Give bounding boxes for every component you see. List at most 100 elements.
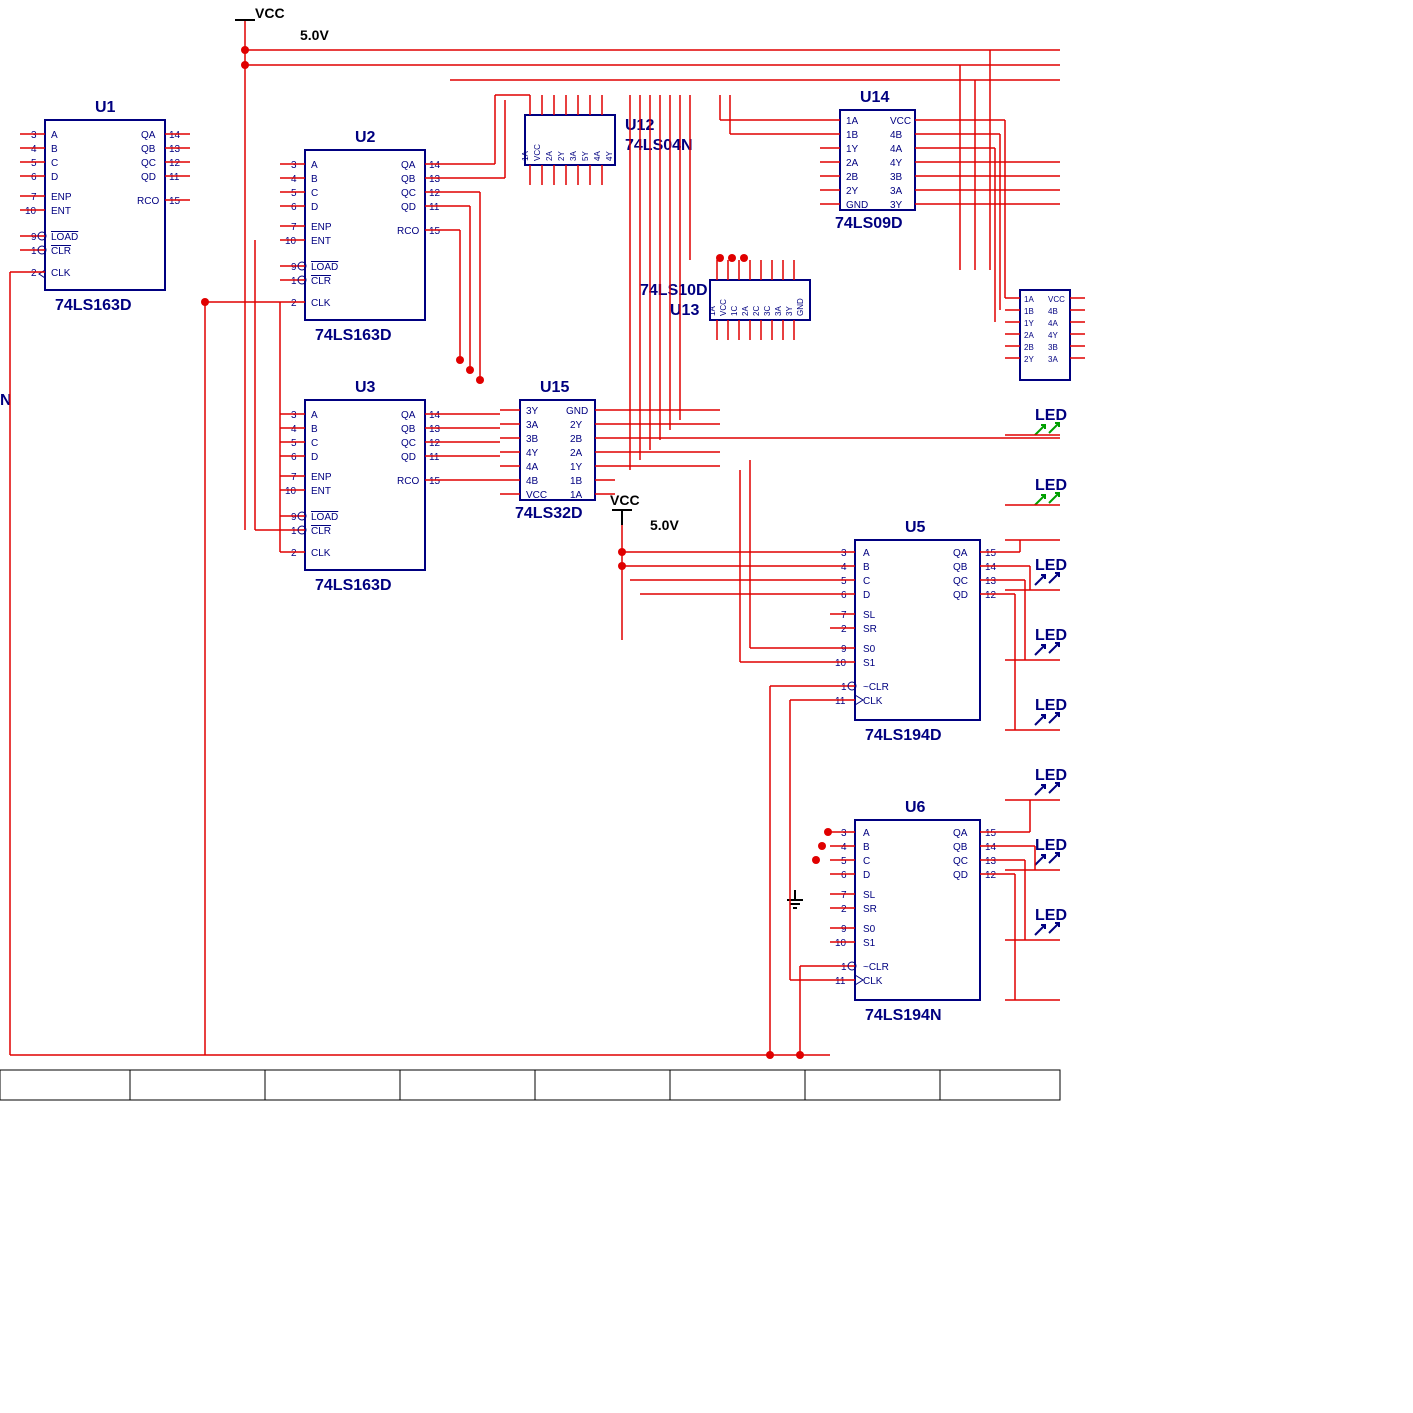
svg-text:QD: QD	[141, 172, 156, 183]
svg-text:5Y: 5Y	[581, 151, 590, 161]
svg-text:9: 9	[31, 232, 37, 243]
svg-text:A: A	[863, 828, 870, 839]
svg-text:A: A	[311, 410, 318, 421]
ic-u2: U2 74LS163D A3 B4 C5 D6 ENP7 ENT10 LOAD9…	[280, 129, 450, 344]
svg-text:U6: U6	[905, 799, 926, 816]
svg-text:QA: QA	[953, 548, 968, 559]
svg-text:4A: 4A	[593, 151, 602, 161]
svg-text:3C: 3C	[763, 306, 772, 316]
svg-text:11: 11	[429, 452, 440, 463]
svg-text:LED: LED	[1035, 627, 1067, 644]
svg-text:U5: U5	[905, 519, 926, 536]
svg-text:GND: GND	[796, 298, 805, 316]
svg-text:5: 5	[31, 158, 37, 169]
ic-u13: 74LS10D U13 1A VCC 1C 2A 2C 3C 3A 3Y GND	[640, 260, 810, 340]
svg-text:2Y: 2Y	[570, 420, 583, 431]
svg-text:74LS09D: 74LS09D	[835, 215, 903, 232]
svg-text:1A: 1A	[1024, 295, 1034, 304]
svg-text:1B: 1B	[1024, 307, 1034, 316]
svg-text:LED: LED	[1035, 477, 1067, 494]
svg-text:VCC: VCC	[1048, 295, 1065, 304]
svg-text:U14: U14	[860, 89, 889, 106]
svg-text:ENT: ENT	[311, 486, 331, 497]
svg-text:4: 4	[291, 424, 297, 435]
svg-text:LED: LED	[1035, 767, 1067, 784]
svg-text:6: 6	[291, 452, 297, 463]
svg-text:2A: 2A	[846, 158, 859, 169]
svg-text:B: B	[863, 562, 870, 573]
svg-text:1A: 1A	[570, 490, 583, 501]
svg-text:4Y: 4Y	[890, 158, 903, 169]
svg-text:VCC: VCC	[255, 5, 285, 21]
svg-text:QC: QC	[141, 158, 156, 169]
svg-text:C: C	[863, 576, 870, 587]
svg-text:3: 3	[841, 828, 847, 839]
vcc-top: VCC 5.0V	[235, 5, 329, 43]
svg-text:CLK: CLK	[311, 548, 331, 559]
svg-text:10: 10	[285, 236, 297, 247]
svg-text:7: 7	[291, 472, 297, 483]
svg-text:74LS194N: 74LS194N	[865, 1007, 942, 1024]
svg-text:U15: U15	[540, 379, 569, 396]
svg-text:3A: 3A	[774, 306, 783, 316]
svg-text:11: 11	[835, 976, 846, 987]
svg-text:4B: 4B	[1048, 307, 1058, 316]
svg-text:12: 12	[985, 590, 997, 601]
svg-text:74LS32D: 74LS32D	[515, 505, 583, 522]
svg-text:3A: 3A	[569, 151, 578, 161]
svg-text:CLK: CLK	[863, 976, 883, 987]
svg-text:1Y: 1Y	[570, 462, 583, 473]
svg-text:LED: LED	[1035, 837, 1067, 854]
svg-text:4: 4	[291, 174, 297, 185]
svg-text:B: B	[51, 144, 58, 155]
svg-text:S0: S0	[863, 924, 876, 935]
svg-text:2: 2	[841, 904, 847, 915]
svg-text:CLK: CLK	[311, 298, 331, 309]
svg-text:3Y: 3Y	[890, 200, 903, 211]
svg-text:5.0V: 5.0V	[300, 27, 329, 43]
svg-text:1A: 1A	[846, 116, 859, 127]
svg-text:3B: 3B	[526, 434, 539, 445]
svg-text:12: 12	[429, 188, 441, 199]
svg-text:~CLR: ~CLR	[863, 962, 889, 973]
svg-text:4Y: 4Y	[605, 151, 614, 161]
svg-text:2: 2	[31, 268, 37, 279]
svg-text:RCO: RCO	[397, 476, 419, 487]
svg-text:LOAD: LOAD	[51, 232, 78, 243]
svg-text:2A: 2A	[570, 448, 583, 459]
svg-text:QB: QB	[401, 424, 416, 435]
svg-text:ENP: ENP	[311, 222, 332, 233]
svg-text:QA: QA	[401, 160, 416, 171]
svg-text:5: 5	[291, 438, 297, 449]
svg-text:74LS163D: 74LS163D	[315, 327, 392, 344]
ic-u1: U1 74LS163D A3 B4 C5 D6 ENP7 ENT10 LOAD9…	[20, 99, 190, 314]
svg-text:S1: S1	[863, 658, 876, 669]
svg-text:QA: QA	[401, 410, 416, 421]
svg-text:ENT: ENT	[51, 206, 71, 217]
svg-text:C: C	[51, 158, 58, 169]
svg-text:9: 9	[841, 924, 847, 935]
svg-text:3A: 3A	[890, 186, 903, 197]
svg-text:9: 9	[291, 512, 297, 523]
svg-text:7: 7	[841, 610, 847, 621]
svg-text:4A: 4A	[526, 462, 539, 473]
svg-text:U1: U1	[95, 99, 116, 116]
svg-text:2B: 2B	[1024, 343, 1034, 352]
svg-text:VCC: VCC	[890, 116, 911, 127]
svg-text:LED: LED	[1035, 407, 1067, 424]
ic-u6: U6 74LS194N A3 B4 C5 D6 SL7 SR2 S09 S110…	[830, 799, 1005, 1024]
svg-text:15: 15	[985, 548, 997, 559]
svg-text:QC: QC	[401, 188, 416, 199]
svg-text:3: 3	[31, 130, 37, 141]
svg-text:D: D	[311, 452, 318, 463]
svg-text:4: 4	[31, 144, 37, 155]
svg-text:2Y: 2Y	[846, 186, 859, 197]
svg-text:14: 14	[985, 562, 997, 573]
svg-text:13: 13	[985, 576, 997, 587]
svg-text:4Y: 4Y	[1048, 331, 1058, 340]
svg-text:3A: 3A	[1048, 355, 1058, 364]
svg-text:1A: 1A	[708, 306, 717, 316]
svg-text:2C: 2C	[752, 306, 761, 316]
svg-text:1: 1	[841, 962, 847, 973]
svg-text:1B: 1B	[570, 476, 583, 487]
